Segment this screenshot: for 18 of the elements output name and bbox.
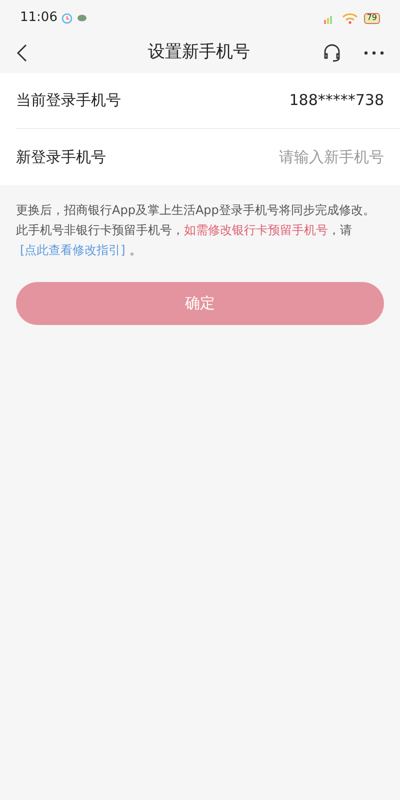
status-time: 11:06	[20, 9, 58, 28]
phone-input-field[interactable]: 请输入新手机号	[204, 146, 384, 168]
headset-icon	[322, 43, 342, 63]
wifi-icon	[342, 12, 358, 24]
field-label: 当前登录手机号	[16, 90, 121, 112]
page-title: 设置新手机号	[148, 41, 250, 64]
support-button[interactable]	[322, 43, 342, 63]
guide-link[interactable]: [点此查看修改指引]	[20, 243, 126, 257]
more-icon	[364, 51, 384, 55]
alarm-icon	[61, 12, 74, 24]
battery-indicator: 79	[364, 12, 380, 24]
back-icon	[16, 44, 28, 62]
phone-number: 188*****738	[289, 90, 384, 112]
notice-text: 更换后，招商银行App及掌上生活App登录手机号将同步完成修改。	[16, 202, 376, 219]
more-button[interactable]	[364, 51, 384, 55]
notice-text: 此手机号非银行卡预留手机号，如需修改银行卡预留手机号，请 [点此查看修改指引] 。	[16, 222, 353, 259]
field-label: 新登录手机号	[16, 146, 106, 168]
back-button[interactable]	[16, 44, 28, 62]
